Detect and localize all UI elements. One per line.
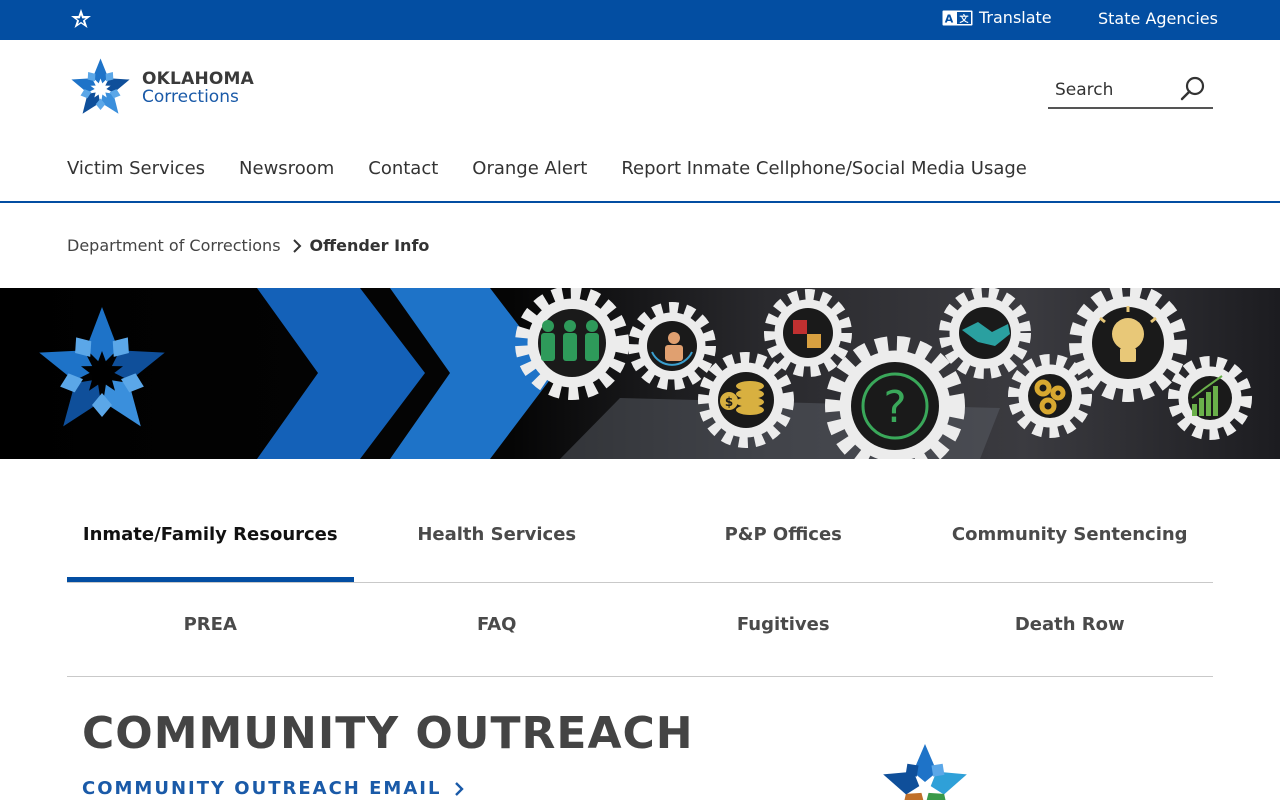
breadcrumb: Department of Corrections Offender Info [67, 236, 429, 255]
community-outreach-logo [866, 744, 984, 800]
chevron-right-icon [292, 238, 301, 253]
community-outreach-email-link[interactable]: COMMUNITY OUTREACH EMAIL [82, 778, 465, 799]
tab-pp-offices[interactable]: P&P Offices [640, 515, 927, 583]
tabs-divider [67, 582, 1213, 583]
svg-text:A: A [945, 12, 954, 25]
nav-item-contact[interactable]: Contact [368, 158, 438, 179]
tabs-divider-secondary [67, 676, 1213, 677]
oklahoma-star-logo-icon [71, 58, 130, 114]
search-input[interactable] [1055, 76, 1175, 104]
resource-tabs-secondary: PREA FAQ Fugitives Death Row [67, 614, 1213, 654]
tab-faq[interactable]: FAQ [354, 614, 641, 654]
svg-text:$: $ [725, 395, 733, 409]
nav-item-orange-alert[interactable]: Orange Alert [472, 158, 587, 179]
resource-tabs: Inmate/Family Resources Health Services … [67, 515, 1213, 583]
breadcrumb-current: Offender Info [309, 236, 430, 255]
tab-death-row[interactable]: Death Row [927, 614, 1214, 654]
tab-health-services[interactable]: Health Services [354, 515, 641, 583]
hero-banner-image: $ ? [0, 288, 1280, 459]
outreach-star-icon [883, 744, 967, 800]
hero-banner: $ ? [0, 288, 1280, 459]
search-icon[interactable] [1179, 75, 1207, 103]
site-logo[interactable]: OKLAHOMA Corrections [69, 56, 254, 122]
nav-item-newsroom[interactable]: Newsroom [239, 158, 334, 179]
email-link-label: COMMUNITY OUTREACH EMAIL [82, 778, 442, 799]
search-box [1048, 72, 1213, 109]
tab-community-sentencing[interactable]: Community Sentencing [927, 515, 1214, 583]
svg-text:?: ? [883, 382, 906, 433]
tab-inmate-family-resources[interactable]: Inmate/Family Resources [67, 515, 354, 583]
svg-text:文: 文 [958, 13, 969, 25]
chevron-right-icon [455, 781, 465, 796]
translate-button[interactable]: A 文 Translate [942, 8, 1052, 27]
translate-icon: A 文 [942, 10, 973, 25]
state-agencies-link[interactable]: State Agencies [1098, 9, 1218, 28]
nav-item-report-cellphone[interactable]: Report Inmate Cellphone/Social Media Usa… [621, 158, 1027, 179]
tab-prea[interactable]: PREA [67, 614, 354, 654]
page-title: COMMUNITY OUTREACH [82, 708, 694, 759]
translate-label: Translate [979, 8, 1052, 27]
logo-line-corrections: Corrections [142, 87, 239, 107]
nav-item-victim-services[interactable]: Victim Services [67, 158, 205, 179]
oklahoma-star-icon[interactable] [69, 8, 93, 32]
breadcrumb-parent-link[interactable]: Department of Corrections [67, 236, 281, 255]
top-utility-bar: A 文 Translate State Agencies [0, 0, 1280, 40]
tab-fugitives[interactable]: Fugitives [640, 614, 927, 654]
nav-divider [0, 201, 1280, 203]
main-nav: Victim Services Newsroom Contact Orange … [67, 158, 1027, 179]
